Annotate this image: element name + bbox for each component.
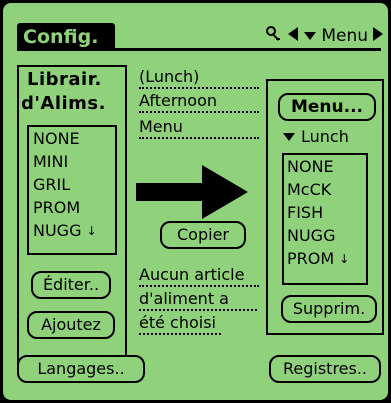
- scroll-down-icon[interactable]: ↓: [87, 224, 97, 238]
- list-item-label: PROM: [287, 249, 335, 268]
- copy-arrow-icon: [136, 165, 248, 219]
- no-item-line2: d'aliment a: [139, 289, 257, 311]
- lunch-label: (Lunch): [139, 67, 259, 89]
- list-item[interactable]: NONE: [284, 155, 366, 178]
- list-item[interactable]: GRIL: [29, 173, 115, 196]
- languages-button[interactable]: Langages..: [17, 355, 145, 383]
- menu-item-list[interactable]: NONE McCK FISH NUGG PROM ↓: [282, 153, 368, 285]
- list-item[interactable]: NUGG ↓: [29, 219, 115, 242]
- library-header-line2: d'Alims.: [21, 93, 106, 114]
- edit-button[interactable]: Éditer..: [31, 271, 111, 299]
- food-library-list[interactable]: NONE MINI GRIL PROM NUGG ↓: [27, 125, 117, 255]
- title-bar: Config. Menu: [3, 3, 388, 51]
- right-arrow-icon[interactable]: [372, 26, 384, 46]
- title-controls: Menu: [265, 25, 384, 47]
- list-item[interactable]: MINI: [29, 150, 115, 173]
- no-item-line1: Aucun article: [139, 265, 259, 287]
- records-button[interactable]: Registres..: [269, 355, 381, 383]
- scroll-down-icon[interactable]: ↓: [339, 252, 349, 266]
- delete-button[interactable]: Supprim.: [281, 295, 377, 323]
- menu-label[interactable]: Menu: [321, 26, 368, 46]
- left-arrow-icon[interactable]: [287, 26, 299, 46]
- copy-button[interactable]: Copier: [160, 221, 246, 249]
- library-header-line1: Librair.: [27, 69, 102, 90]
- food-library-panel: Librair. d'Alims. NONE MINI GRIL PROM NU…: [17, 65, 127, 365]
- list-item[interactable]: McCK: [284, 178, 366, 201]
- afternoon-label: Afternoon: [139, 91, 259, 113]
- menu-text: Menu: [139, 117, 259, 139]
- app-screen: Config. Menu Librair. d'Alims. NONE MINI…: [3, 3, 388, 400]
- menu-button[interactable]: Menu...: [278, 93, 376, 121]
- no-item-line3: été choisi: [139, 313, 221, 335]
- meal-popup-label: Lunch: [301, 127, 349, 146]
- add-button[interactable]: Ajoutez: [27, 311, 115, 339]
- app-title[interactable]: Config.: [17, 23, 115, 51]
- meal-popup-trigger[interactable]: Lunch: [283, 127, 349, 146]
- key-icon[interactable]: [265, 25, 283, 47]
- list-item[interactable]: PROM ↓: [284, 247, 366, 270]
- chevron-down-icon: [283, 132, 295, 141]
- list-item[interactable]: NONE: [29, 127, 115, 150]
- list-item-label: NUGG: [33, 221, 82, 240]
- chevron-down-icon[interactable]: [303, 28, 317, 45]
- list-item[interactable]: NUGG: [284, 224, 366, 247]
- title-divider: [17, 48, 381, 51]
- list-item[interactable]: PROM: [29, 196, 115, 219]
- list-item[interactable]: FISH: [284, 201, 366, 224]
